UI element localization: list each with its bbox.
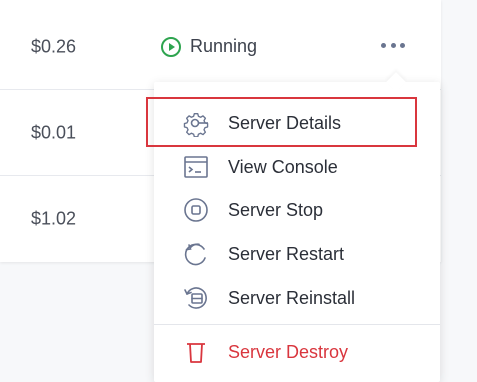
menu-item-label: View Console xyxy=(228,156,338,177)
menu-item-label: Server Reinstall xyxy=(228,287,356,308)
hourly-price: $0.26 xyxy=(31,36,77,56)
reinstall-icon xyxy=(182,284,210,312)
menu-item-label: Server Details xyxy=(228,112,342,133)
hourly-price: $0.01 xyxy=(31,122,77,142)
server-actions-menu: Server Details View Console Server Stop xyxy=(146,82,440,382)
menu-item-server-restart[interactable]: Server Restart xyxy=(154,232,440,276)
play-circle-icon xyxy=(161,36,181,57)
more-actions-button[interactable] xyxy=(381,40,405,50)
console-icon xyxy=(182,153,210,181)
restart-icon xyxy=(182,240,210,268)
menu-item-label: Server Stop xyxy=(228,199,324,220)
menu-divider xyxy=(154,324,440,325)
trash-icon xyxy=(182,338,210,366)
menu-item-view-console[interactable]: View Console xyxy=(154,145,440,189)
menu-item-label: Server Destroy xyxy=(228,341,349,362)
stop-icon xyxy=(182,196,210,224)
menu-item-label: Server Restart xyxy=(228,243,345,264)
more-dot-icon xyxy=(390,42,396,48)
table-row: $0.26 Running xyxy=(0,4,441,90)
more-dot-icon xyxy=(400,42,405,48)
gear-icon xyxy=(182,109,210,137)
menu-item-server-reinstall[interactable]: Server Reinstall xyxy=(154,276,440,320)
more-dot-icon xyxy=(381,42,386,48)
status-text: Running xyxy=(190,36,258,56)
menu-item-server-destroy[interactable]: Server Destroy xyxy=(154,330,440,374)
menu-item-server-stop[interactable]: Server Stop xyxy=(154,188,440,232)
hourly-price: $1.02 xyxy=(31,208,77,229)
status-badge: Running xyxy=(160,36,257,58)
menu-item-server-details[interactable]: Server Details xyxy=(154,101,440,145)
